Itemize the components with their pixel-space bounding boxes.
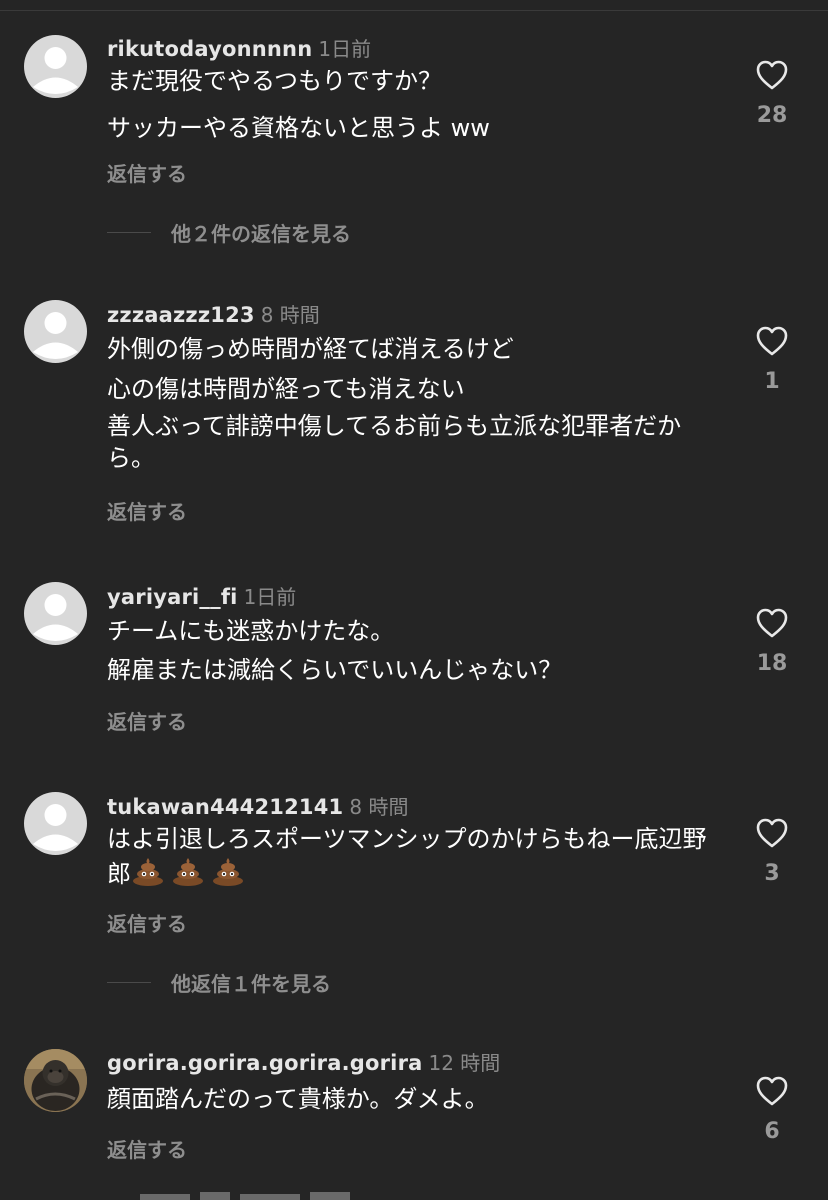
username[interactable]: rikutodayonnnnn xyxy=(107,37,312,61)
divider xyxy=(107,982,151,983)
reply-button[interactable]: 返信する xyxy=(107,158,187,187)
username[interactable]: yariyari__fi xyxy=(107,585,238,609)
like-button[interactable]: 3 xyxy=(740,817,804,886)
top-divider xyxy=(0,10,828,11)
comment-line: チームにも迷惑かけたな。 xyxy=(107,617,395,645)
divider xyxy=(107,232,151,233)
timestamp: 12 時間 xyxy=(428,1051,501,1075)
heart-icon xyxy=(756,608,788,638)
default-avatar[interactable] xyxy=(24,582,87,645)
comment-header: tukawan444212141 8 時間 xyxy=(107,791,408,820)
reply-button[interactable]: 返信する xyxy=(107,496,187,525)
view-more-replies[interactable]: 他返信１件を見る xyxy=(107,968,331,997)
like-button[interactable]: 28 xyxy=(740,59,804,128)
reply-button[interactable]: 返信する xyxy=(107,706,187,735)
comment-line: 心の傷は時間が経っても消えない xyxy=(107,375,465,403)
reply-button[interactable]: 返信する xyxy=(107,908,187,937)
view-more-replies[interactable]: 他２件の返信を見る xyxy=(107,218,351,247)
comment-header: yariyari__fi 1日前 xyxy=(107,581,296,610)
default-avatar[interactable] xyxy=(24,35,87,98)
comment-text: 外側の傷っめ時間が経てば消えるけど 心の傷は時間が経っても消えない 善人ぶって誹… xyxy=(107,330,717,474)
comment-header: rikutodayonnnnn 1日前 xyxy=(107,33,371,62)
timestamp: 8 時間 xyxy=(260,303,320,327)
comment-text: はよ引退しろスポーツマンシップのかけらもねー底辺野郎 xyxy=(107,822,717,895)
view-more-replies-label: 他２件の返信を見る xyxy=(171,222,351,246)
comment-line: 解雇または減給くらいでいいんじゃない？ xyxy=(107,656,563,684)
like-button[interactable]: 18 xyxy=(740,607,804,676)
pile-of-poo-icon xyxy=(131,856,165,895)
comment-line: 外側の傷っめ時間が経てば消えるけど xyxy=(107,335,514,363)
heart-icon xyxy=(756,1076,788,1106)
pile-of-poo-icon xyxy=(211,856,245,895)
like-count: 6 xyxy=(764,1119,780,1144)
like-button[interactable]: 6 xyxy=(740,1075,804,1144)
comment-line: まだ現役でやるつもりですか？ xyxy=(107,67,443,95)
comment-text: 顔面踏んだのって貴様か。ダメよ。 xyxy=(107,1080,717,1119)
username[interactable]: tukawan444212141 xyxy=(107,795,343,819)
comment-header: gorira.gorira.gorira.gorira 12 時間 xyxy=(107,1047,500,1076)
comment-text: チームにも迷惑かけたな。 解雇または減給くらいでいいんじゃない？ xyxy=(107,612,717,690)
reply-button[interactable]: 返信する xyxy=(107,1134,187,1163)
comment-header: zzzaazzz123 8 時間 xyxy=(107,299,320,328)
like-count: 28 xyxy=(756,103,788,128)
username[interactable]: gorira.gorira.gorira.gorira xyxy=(107,1051,423,1075)
heart-icon xyxy=(756,60,788,90)
comment-line: 善人ぶって誹謗中傷してるお前らも立派な犯罪者だから。 xyxy=(107,412,682,472)
comment-line: サッカーやる資格ないと思うよ ww xyxy=(107,114,490,142)
timestamp: 1日前 xyxy=(318,37,372,61)
like-count: 18 xyxy=(756,651,788,676)
like-button[interactable]: 1 xyxy=(740,325,804,394)
comment-line: 顔面踏んだのって貴様か。ダメよ。 xyxy=(107,1085,489,1113)
heart-icon xyxy=(756,326,788,356)
timestamp: 1日前 xyxy=(243,585,297,609)
comment-text: まだ現役でやるつもりですか？ サッカーやる資格ないと思うよ ww xyxy=(107,62,717,148)
username[interactable]: zzzaazzz123 xyxy=(107,303,255,327)
view-more-replies-label: 他返信１件を見る xyxy=(171,972,331,996)
like-count: 3 xyxy=(764,861,780,886)
pile-of-poo-icon xyxy=(171,856,205,895)
default-avatar[interactable] xyxy=(24,300,87,363)
default-avatar[interactable] xyxy=(24,792,87,855)
timestamp: 8 時間 xyxy=(349,795,409,819)
like-count: 1 xyxy=(764,369,780,394)
heart-icon xyxy=(756,818,788,848)
gorilla-avatar[interactable] xyxy=(24,1049,87,1112)
